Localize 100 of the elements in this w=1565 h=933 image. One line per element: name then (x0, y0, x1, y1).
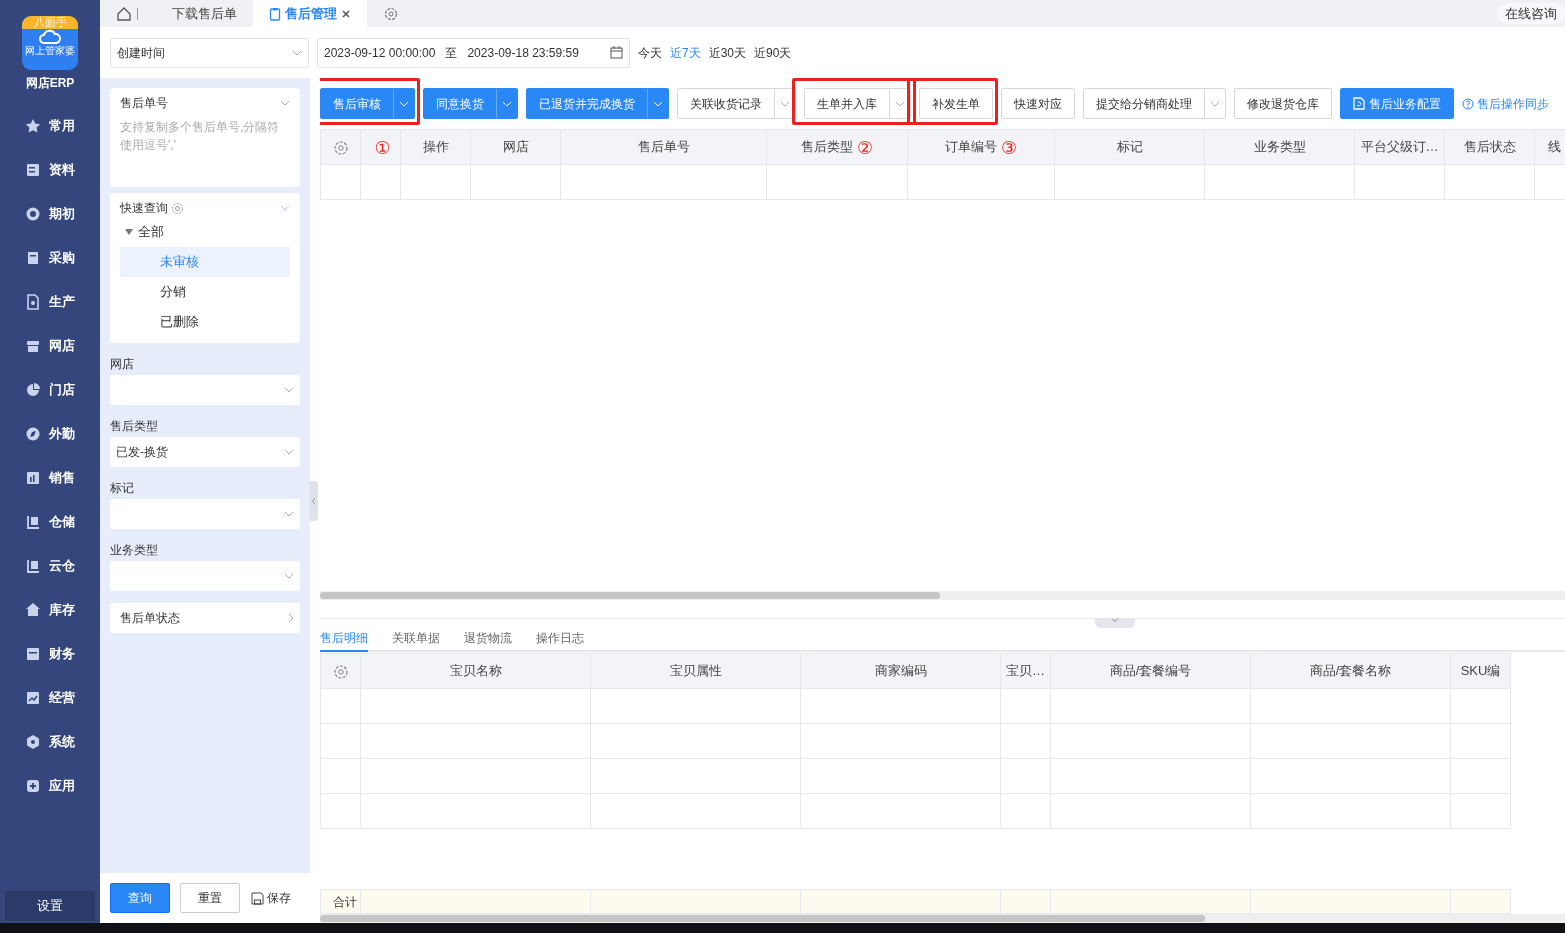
status-filter[interactable]: 售后单状态 (110, 603, 300, 633)
star-icon (25, 118, 41, 134)
column-header[interactable]: 售后状态 (1444, 129, 1535, 165)
date-field-select[interactable]: 创建时间 (110, 37, 309, 68)
toolbar-button[interactable]: 补发生单 (919, 88, 993, 119)
toolbar-button[interactable]: 已退货并完成换货 (526, 88, 669, 119)
nav-item-label[interactable]: 门店 (49, 380, 75, 400)
column-header[interactable]: 操作 (400, 129, 471, 165)
column-header[interactable]: 商品/套餐名称 (1250, 653, 1451, 689)
column-header[interactable]: 订单编号 ③ (907, 129, 1055, 165)
select-field[interactable]: 已发-换货 (110, 437, 300, 467)
detail-tab[interactable]: 关联单据 (392, 626, 440, 652)
plus-icon (25, 778, 41, 794)
column-header[interactable]: 宝贝名称 (360, 653, 591, 689)
date-shortcut[interactable]: 近30天 (708, 43, 747, 62)
reset-button[interactable]: 重置 (180, 883, 240, 913)
page-tab[interactable]: 下载售后单 (156, 0, 253, 27)
tree-item[interactable]: 分销 (120, 277, 290, 307)
column-header[interactable]: 售后类型 ② (766, 129, 908, 165)
order-number-field[interactable]: 售后单号 支持复制多个售后单号,分隔符使用逗号',' (110, 88, 300, 187)
toolbar-button[interactable]: 提交给分销商处理 (1083, 88, 1226, 119)
chevron-down-icon (284, 449, 294, 455)
toolbar-button[interactable]: 修改退货仓库 (1234, 88, 1332, 119)
field-label: 售后单号 (120, 95, 168, 112)
settings-button[interactable]: 设置 (5, 891, 95, 921)
nav-item-label[interactable]: 资料 (49, 160, 75, 180)
column-header[interactable]: 宝贝属性 (590, 653, 801, 689)
query-button[interactable]: 查询 (110, 883, 170, 913)
hexagon-icon (25, 734, 41, 750)
column-header[interactable]: 标记 (1054, 129, 1205, 165)
chevron-down-icon (284, 511, 294, 517)
date-range-field[interactable]: 2023-09-12 00:00:00 至 2023-09-18 23:59:59 (317, 37, 630, 68)
date-shortcut[interactable]: 今天 (638, 43, 662, 62)
column-header[interactable]: 业务类型 (1204, 129, 1355, 165)
settings-icon (383, 5, 399, 22)
toolbar-button[interactable]: 关联收货记录 (677, 88, 796, 119)
chevron-down-icon (280, 100, 290, 106)
chevron-down-icon (280, 205, 290, 211)
chevron-down-icon (1111, 618, 1119, 623)
column-header[interactable]: 商家编码 (800, 653, 1001, 689)
help-link[interactable]: 售后操作同步 (1462, 94, 1549, 113)
consult-button[interactable]: 在线咨询 (1497, 2, 1565, 25)
collapse-handle[interactable] (310, 480, 318, 521)
caret-down-icon (124, 228, 134, 236)
column-header[interactable]: 平台父级订… (1354, 129, 1445, 165)
tree-node[interactable]: 全部 (120, 217, 290, 247)
document-icon (25, 558, 41, 574)
nav-item-label[interactable]: 生产 (49, 292, 75, 312)
chevron-right-icon (288, 613, 294, 623)
date-shortcut[interactable]: 近90天 (754, 43, 792, 62)
page-tab[interactable]: 售后管理 (253, 0, 367, 27)
nav-item-label[interactable]: 采购 (49, 248, 75, 268)
cloud-icon (38, 29, 62, 45)
annotation-number: ③ (1000, 137, 1018, 158)
select-field[interactable] (110, 561, 300, 591)
document-icon (1353, 97, 1365, 110)
nav-item-label[interactable]: 期初 (49, 204, 75, 224)
column-header[interactable]: 线 (1534, 129, 1565, 165)
toolbar-button[interactable]: 快速对应 (1001, 88, 1075, 119)
clipboard-icon (269, 6, 281, 21)
nav-item-label[interactable]: 库存 (49, 600, 75, 620)
column-header[interactable]: SKU编 (1450, 653, 1511, 689)
horizontal-scrollbar[interactable] (320, 591, 1565, 600)
select-field[interactable] (110, 499, 300, 529)
nav-item-label[interactable]: 网店 (49, 336, 75, 356)
nav-item-label[interactable]: 外勤 (49, 424, 75, 444)
column-header[interactable]: 宝贝… (1000, 653, 1051, 689)
detail-tab[interactable]: 操作日志 (536, 626, 584, 652)
line-chart-icon (25, 690, 41, 706)
date-shortcut[interactable]: 近7天 (670, 43, 701, 62)
document-icon (25, 294, 41, 310)
house-icon (25, 602, 41, 618)
nav-item-label[interactable]: 财务 (49, 644, 75, 664)
tree-item[interactable]: 已删除 (120, 307, 290, 337)
toolbar-button[interactable]: 同意换货 (423, 88, 518, 119)
detail-tab[interactable]: 退货物流 (464, 626, 512, 652)
nav-item-label[interactable]: 经营 (49, 688, 75, 708)
nav-item-label[interactable]: 系统 (49, 732, 75, 752)
nav-item-label[interactable]: 仓储 (49, 512, 75, 532)
app-name: 网店ERP (25, 75, 75, 92)
settings-icon (171, 201, 184, 215)
column-header[interactable]: 售后单号 (560, 129, 767, 165)
calendar-icon (610, 46, 623, 59)
collapse-handle[interactable] (1095, 618, 1135, 628)
toolbar-button[interactable]: 售后业务配置 (1340, 88, 1454, 119)
annotation-number: ② (856, 137, 874, 158)
toolbar-button[interactable]: 售后审核 (320, 88, 415, 119)
nav-item-label[interactable]: 常用 (49, 116, 75, 136)
select-field[interactable] (110, 375, 300, 405)
nav-item-label[interactable]: 应用 (49, 776, 75, 796)
horizontal-scrollbar[interactable] (320, 914, 1565, 923)
column-header[interactable]: 商品/套餐编号 (1050, 653, 1251, 689)
chevron-down-icon (284, 387, 294, 393)
field-label: 售后类型 (110, 418, 159, 435)
save-button[interactable]: 保存 (250, 888, 292, 908)
nav-item-label[interactable]: 销售 (49, 468, 75, 488)
nav-item-label[interactable]: 云仓 (49, 556, 75, 576)
toolbar-button[interactable]: 生单并入库 (804, 88, 911, 119)
compass-icon (25, 426, 41, 442)
column-header[interactable]: 网店 (470, 129, 561, 165)
